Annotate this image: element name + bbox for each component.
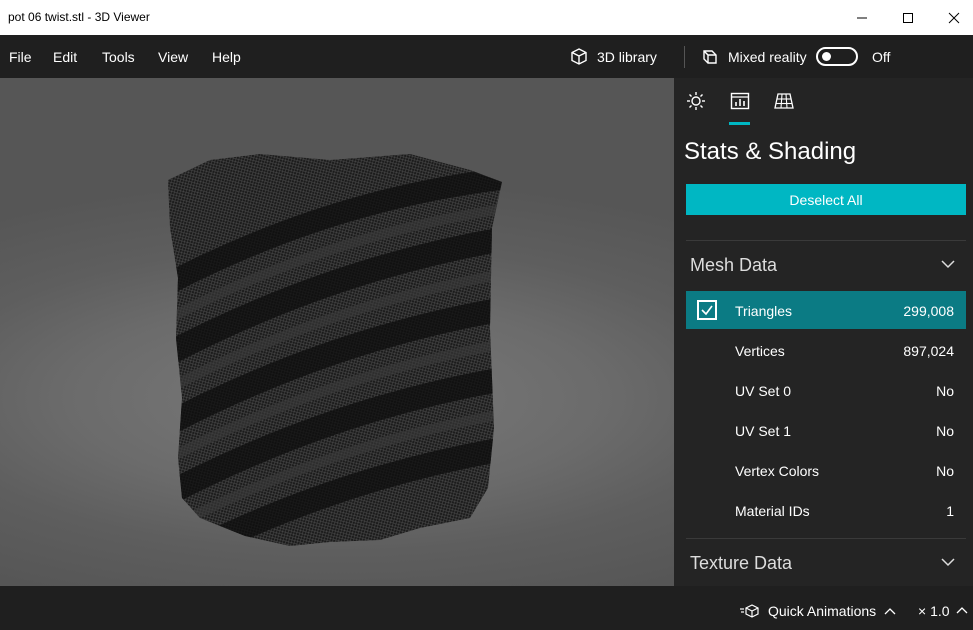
3d-viewport[interactable] xyxy=(0,78,674,586)
menu-tools[interactable]: Tools xyxy=(102,49,135,65)
maximize-button[interactable] xyxy=(885,0,931,35)
close-icon xyxy=(948,12,960,23)
menu-file[interactable]: File xyxy=(9,49,32,65)
stats-icon xyxy=(730,92,750,110)
checkmark-icon xyxy=(701,305,713,316)
3d-library-button[interactable]: 3D library xyxy=(569,44,657,70)
texture-data-header[interactable]: Texture Data xyxy=(690,553,792,574)
chevron-up-icon[interactable] xyxy=(956,605,968,615)
mesh-row-label: Vertex Colors xyxy=(735,463,820,479)
panel-title: Stats & Shading xyxy=(684,138,857,165)
quick-animations-label: Quick Animations xyxy=(768,603,877,619)
menu-bar: File Edit Tools View Help 3D library Mix… xyxy=(0,35,973,78)
status-bar: Quick Animations × 1.0 xyxy=(0,586,973,630)
cube-icon xyxy=(571,48,587,65)
mesh-row-vertices[interactable]: Vertices 897,024 xyxy=(686,331,966,369)
mixed-reality-icon xyxy=(703,50,717,64)
mesh-row-label: UV Set 0 xyxy=(735,383,792,399)
mesh-row-value: 1 xyxy=(946,503,954,519)
twisted-pot-model[interactable] xyxy=(0,78,674,586)
menu-edit[interactable]: Edit xyxy=(53,49,77,65)
mixed-reality-toggle[interactable] xyxy=(816,47,858,66)
mesh-row-uv-set-1[interactable]: UV Set 1 No xyxy=(686,411,966,449)
chevron-down-icon[interactable] xyxy=(940,258,956,270)
toggle-state: Off xyxy=(872,49,891,65)
mesh-data-header[interactable]: Mesh Data xyxy=(690,255,777,276)
close-button[interactable] xyxy=(931,0,973,35)
minimize-icon xyxy=(857,17,867,18)
divider xyxy=(686,538,966,539)
toggle-knob xyxy=(822,52,831,61)
mixed-reality-label: Mixed reality xyxy=(728,49,807,65)
mesh-row-vertex-colors[interactable]: Vertex Colors No xyxy=(686,451,966,489)
grid-icon xyxy=(774,93,794,109)
mesh-row-label: Triangles xyxy=(735,303,793,319)
mesh-row-value: 299,008 xyxy=(903,303,954,319)
3d-library-label: 3D library xyxy=(597,49,657,65)
mesh-row-uv-set-0[interactable]: UV Set 0 No xyxy=(686,371,966,409)
sun-icon xyxy=(687,92,705,110)
animation-icon xyxy=(740,604,759,618)
mesh-row-value: No xyxy=(936,383,954,399)
window-title: pot 06 twist.stl - 3D Viewer xyxy=(8,10,150,24)
chevron-down-icon[interactable] xyxy=(940,556,956,568)
tab-grid[interactable] xyxy=(772,90,796,112)
triangles-checkbox[interactable] xyxy=(697,300,717,320)
mesh-row-value: No xyxy=(936,463,954,479)
minimize-button[interactable] xyxy=(839,0,885,35)
divider xyxy=(684,46,685,68)
divider xyxy=(686,240,966,241)
mesh-row-value: No xyxy=(936,423,954,439)
tab-stats[interactable] xyxy=(728,90,752,112)
quick-animations-button[interactable]: Quick Animations xyxy=(740,603,896,619)
tab-environment[interactable] xyxy=(684,90,708,112)
mesh-row-material-ids[interactable]: Material IDs 1 xyxy=(686,491,966,529)
mesh-row-triangles[interactable]: Triangles 299,008 xyxy=(686,291,966,329)
mesh-row-label: Material IDs xyxy=(735,503,810,519)
chevron-up-icon[interactable] xyxy=(884,606,896,616)
deselect-all-button[interactable]: Deselect All xyxy=(686,184,966,215)
maximize-icon xyxy=(903,12,913,23)
mesh-row-label: Vertices xyxy=(735,343,785,359)
active-tab-indicator xyxy=(729,122,750,125)
mesh-row-label: UV Set 1 xyxy=(735,423,792,439)
mixed-reality-button[interactable]: Mixed reality xyxy=(700,44,807,70)
playback-speed[interactable]: × 1.0 xyxy=(918,603,950,619)
title-bar: pot 06 twist.stl - 3D Viewer xyxy=(0,0,973,35)
menu-help[interactable]: Help xyxy=(212,49,241,65)
mesh-row-value: 897,024 xyxy=(903,343,954,359)
menu-view[interactable]: View xyxy=(158,49,188,65)
